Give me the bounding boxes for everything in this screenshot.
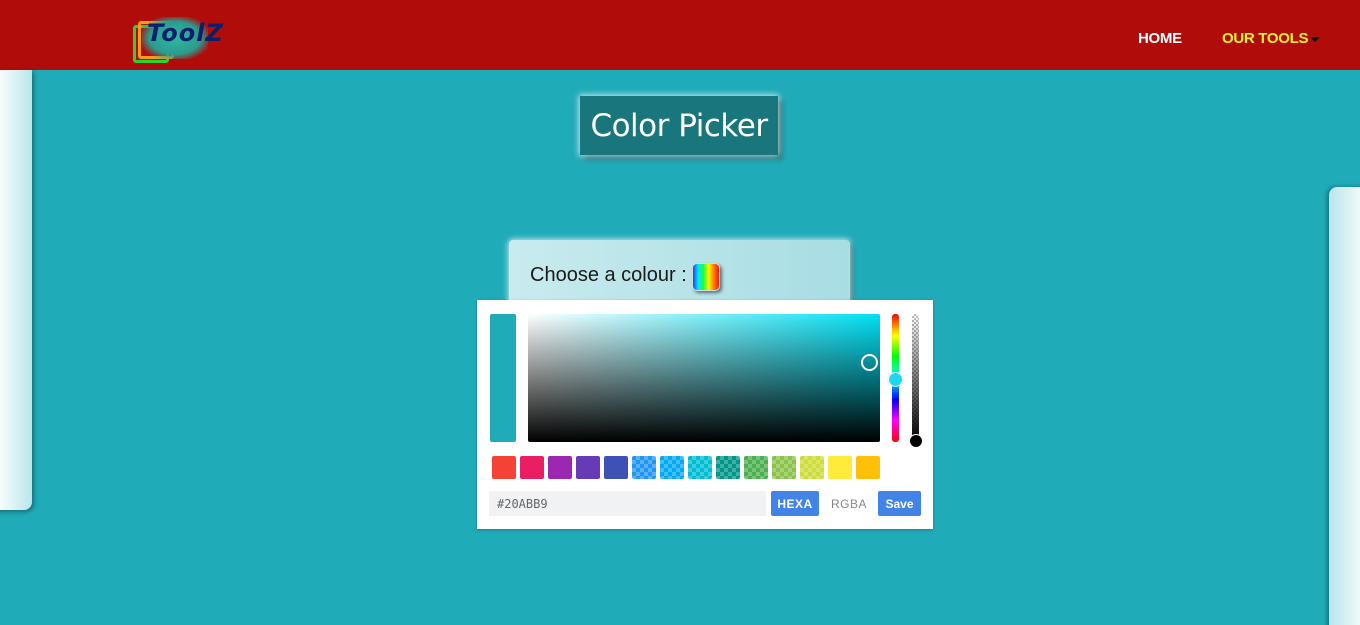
hexa-mode-button[interactable]: HEXA: [771, 491, 819, 516]
color-swatch[interactable]: [492, 456, 516, 479]
color-swatch[interactable]: [744, 456, 768, 479]
right-side-panel: [1329, 187, 1360, 625]
save-button[interactable]: Save: [878, 491, 921, 516]
color-swatch[interactable]: [548, 456, 572, 479]
left-side-panel: [0, 70, 32, 510]
hue-slider-handle[interactable]: [888, 372, 903, 387]
choose-colour-label: Choose a colour :: [530, 264, 687, 286]
color-swatch[interactable]: [716, 456, 740, 479]
color-swatch[interactable]: [660, 456, 684, 479]
opacity-slider[interactable]: [912, 314, 919, 442]
color-picker-trigger-icon[interactable]: [692, 263, 720, 291]
color-value-input[interactable]: [489, 491, 766, 516]
navbar: ToolZ HOME OUR TOOLS: [0, 0, 1360, 70]
current-color-preview: [490, 314, 516, 442]
color-swatch[interactable]: [828, 456, 852, 479]
page-title-box: Color Picker: [580, 96, 778, 155]
saturation-value-area[interactable]: [528, 314, 880, 442]
color-swatch[interactable]: [800, 456, 824, 479]
color-swatch[interactable]: [688, 456, 712, 479]
color-swatch[interactable]: [520, 456, 544, 479]
color-picker-popup: HEXA RGBA Save: [477, 300, 933, 529]
opacity-slider-handle[interactable]: [909, 434, 923, 448]
color-swatch[interactable]: [856, 456, 880, 479]
color-swatches: [492, 456, 880, 479]
toolz-logo[interactable]: ToolZ: [133, 17, 223, 65]
saturation-value-handle[interactable]: [861, 354, 878, 371]
color-swatch[interactable]: [632, 456, 656, 479]
nav-link-home[interactable]: HOME: [1138, 30, 1182, 47]
page-title: Color Picker: [590, 107, 768, 144]
caret-down-icon[interactable]: [1310, 37, 1320, 42]
logo-text: ToolZ: [147, 19, 224, 47]
nav-link-our-tools[interactable]: OUR TOOLS: [1222, 30, 1309, 47]
color-swatch[interactable]: [576, 456, 600, 479]
rgba-mode-button[interactable]: RGBA: [824, 491, 874, 516]
color-swatch[interactable]: [604, 456, 628, 479]
color-swatch[interactable]: [772, 456, 796, 479]
